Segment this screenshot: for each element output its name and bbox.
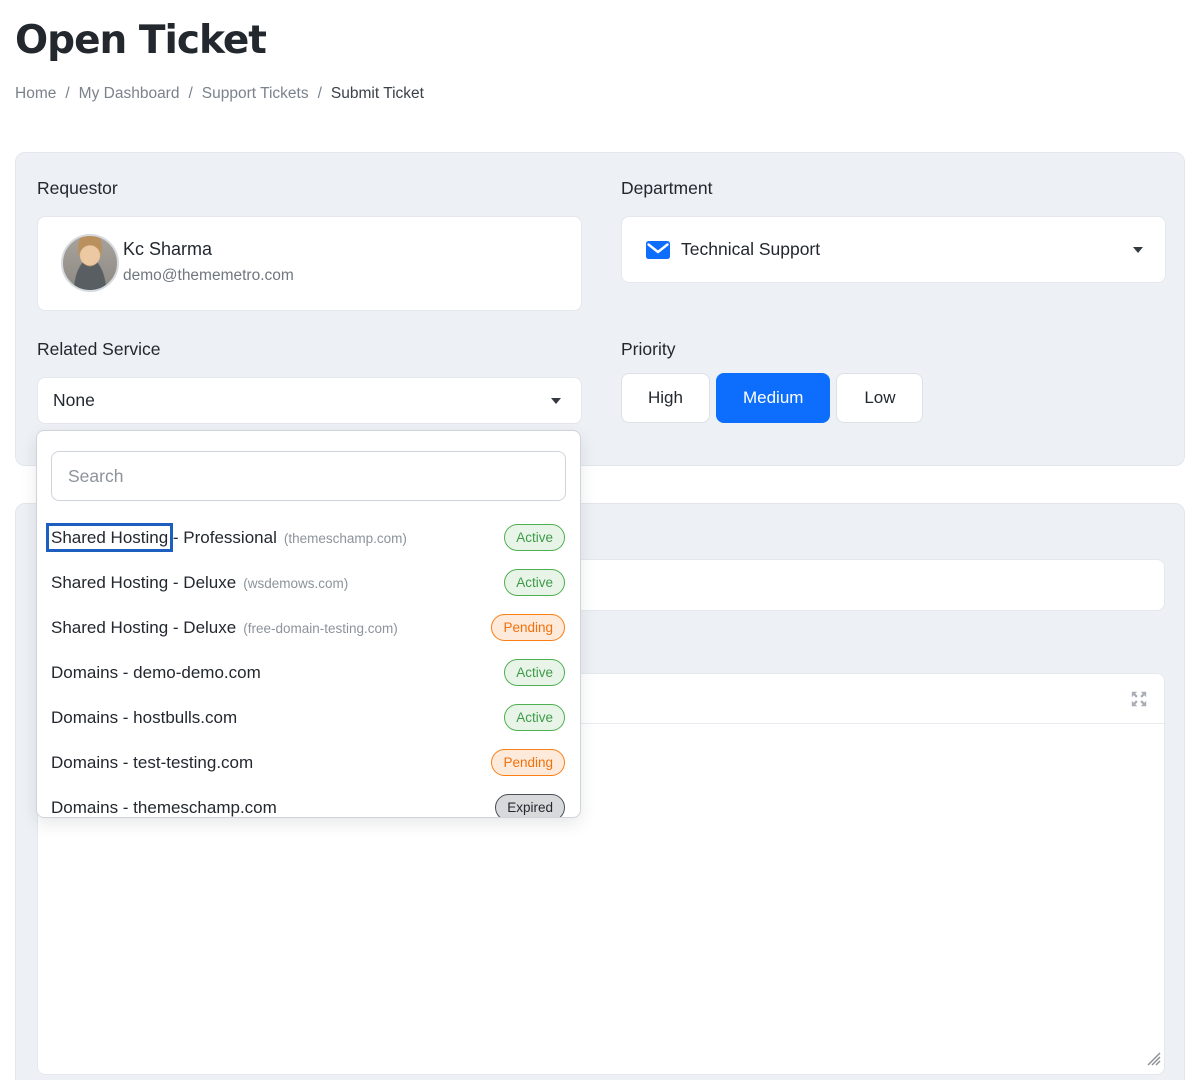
service-domain: (free-domain-testing.com) [243,621,398,636]
status-badge: Active [504,659,565,687]
page-title: Open Ticket [15,18,266,63]
breadcrumb-separator: / [188,85,192,103]
status-badge: Active [504,704,565,732]
requestor-email: demo@thememetro.com [123,267,294,285]
status-badge: Expired [495,794,565,818]
requestor-box: Kc Sharma demo@thememetro.com [37,216,582,311]
related-service-select[interactable]: None [37,377,582,424]
related-service-selected-value: None [53,390,95,411]
status-badge: Pending [491,749,565,777]
highlighted-text: Shared Hosting [51,528,168,547]
breadcrumb-my-dashboard[interactable]: My Dashboard [79,85,180,103]
resize-corner-icon[interactable] [1145,1050,1161,1071]
breadcrumb-home[interactable]: Home [15,85,56,103]
priority-low-button[interactable]: Low [836,373,923,423]
priority-button-group: High Medium Low [621,373,923,423]
priority-medium-button[interactable]: Medium [716,373,830,423]
service-option[interactable]: Domains - themeschamp.com Expired [37,785,580,818]
breadcrumb-support-tickets[interactable]: Support Tickets [202,85,309,103]
breadcrumb-separator: / [65,85,69,103]
envelope-icon [646,241,670,259]
status-badge: Pending [491,614,565,642]
priority-label: Priority [621,339,675,360]
expand-arrows-icon[interactable] [1130,690,1148,708]
service-option[interactable]: Shared Hosting - Deluxe(wsdemows.com) Ac… [37,560,580,605]
ticket-info-card: Requestor Kc Sharma demo@thememetro.com … [15,152,1185,466]
related-service-label: Related Service [37,339,161,360]
breadcrumb: Home / My Dashboard / Support Tickets / … [15,85,424,103]
breadcrumb-current: Submit Ticket [331,85,424,103]
department-selected-value: Technical Support [681,239,820,260]
search-input[interactable] [51,451,566,501]
service-option-list: Shared Hosting - Professional(themescham… [37,515,580,818]
status-badge: Active [504,524,565,552]
service-domain: (themeschamp.com) [284,531,407,546]
priority-high-button[interactable]: High [621,373,710,423]
open-ticket-page: Open Ticket Home / My Dashboard / Suppor… [0,0,1200,1080]
service-option[interactable]: Domains - hostbulls.com Active [37,695,580,740]
service-option[interactable]: Shared Hosting - Deluxe(free-domain-test… [37,605,580,650]
service-domain: (wsdemows.com) [243,576,348,591]
related-service-dropdown: Shared Hosting - Professional(themescham… [36,430,581,818]
department-label: Department [621,178,712,199]
requestor-label: Requestor [37,178,118,199]
requestor-name: Kc Sharma [123,239,212,260]
department-select[interactable]: Technical Support [621,216,1166,283]
status-badge: Active [504,569,565,597]
caret-down-icon [551,398,561,404]
caret-down-icon [1133,247,1143,253]
avatar [61,234,119,292]
service-option[interactable]: Domains - test-testing.com Pending [37,740,580,785]
service-option[interactable]: Shared Hosting - Professional(themescham… [37,515,580,560]
service-option[interactable]: Domains - demo-demo.com Active [37,650,580,695]
breadcrumb-separator: / [318,85,322,103]
